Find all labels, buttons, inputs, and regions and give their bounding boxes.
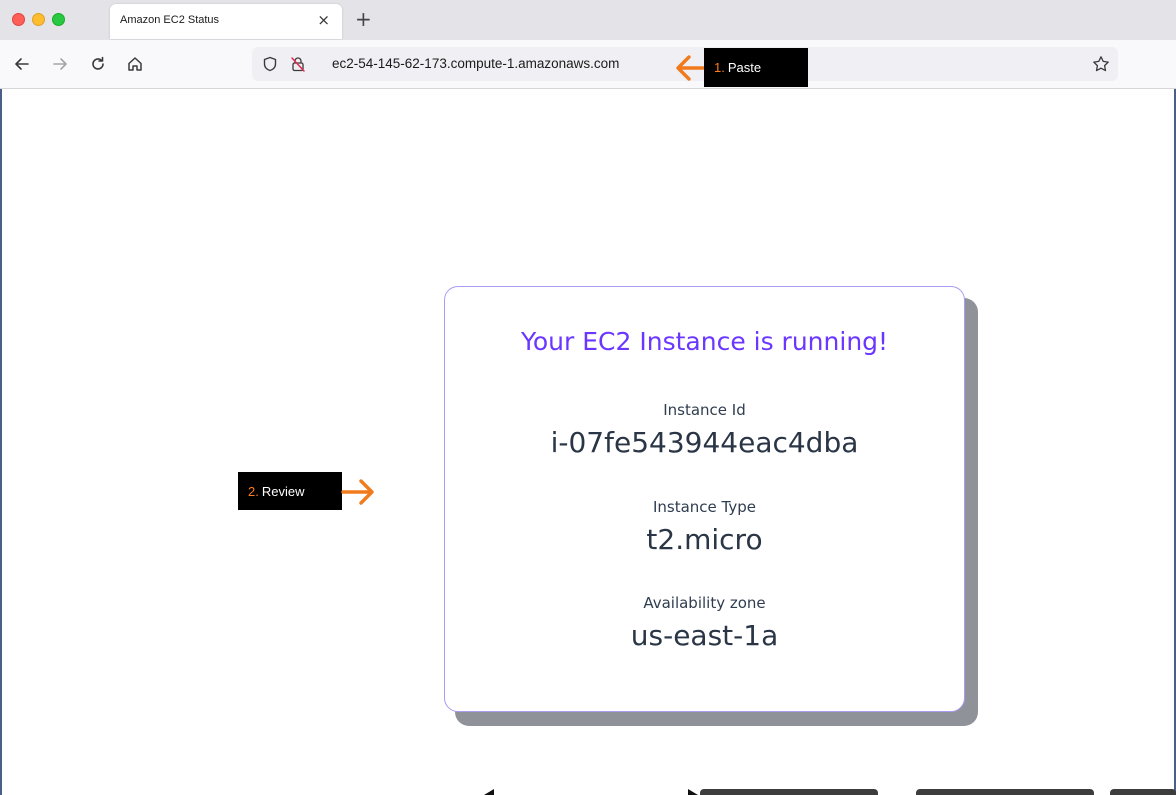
zoom-window-button[interactable] bbox=[52, 13, 65, 26]
instance-type-value: t2.micro bbox=[646, 523, 763, 556]
page-left-edge bbox=[0, 89, 2, 795]
review-arrow-icon bbox=[341, 479, 374, 505]
tab-bar: Amazon EC2 Status × + bbox=[0, 0, 1176, 40]
tab-title: Amazon EC2 Status bbox=[120, 14, 220, 26]
bottom-left-triangle-icon bbox=[484, 789, 494, 795]
browser-tab[interactable]: Amazon EC2 Status × bbox=[110, 4, 342, 39]
availability-zone-value: us-east-1a bbox=[630, 619, 779, 652]
instance-id-value: i-07fe543944eac4dba bbox=[550, 426, 859, 459]
bottom-button-1[interactable] bbox=[700, 789, 878, 795]
bottom-button-3[interactable] bbox=[1110, 789, 1176, 795]
instance-status-card: Your EC2 Instance is running! Instance I… bbox=[444, 286, 965, 712]
instance-type-label: Instance Type bbox=[652, 498, 757, 516]
card-title: Your EC2 Instance is running! bbox=[520, 327, 889, 356]
bookmark-star-icon[interactable] bbox=[1092, 55, 1110, 73]
paste-step-number: 1. bbox=[714, 60, 725, 75]
tab-close-icon[interactable]: × bbox=[317, 11, 330, 29]
review-step-number: 2. bbox=[248, 483, 259, 499]
bottom-right-triangle-icon bbox=[688, 789, 698, 795]
navigation-toolbar: ec2-54-145-62-173.compute-1.amazonaws.co… bbox=[0, 40, 1176, 89]
forward-arrow-icon[interactable] bbox=[50, 54, 70, 74]
minimize-window-button[interactable] bbox=[32, 13, 45, 26]
review-label: Review bbox=[261, 483, 305, 499]
back-arrow-icon[interactable] bbox=[12, 54, 32, 74]
reload-icon[interactable] bbox=[88, 54, 108, 74]
paste-callout: 1. Paste bbox=[704, 48, 808, 87]
home-icon[interactable] bbox=[125, 54, 145, 74]
availability-zone-label: Availability zone bbox=[643, 594, 766, 612]
close-window-button[interactable] bbox=[12, 13, 25, 26]
tracking-shield-icon[interactable] bbox=[262, 56, 278, 72]
paste-label: Paste bbox=[727, 60, 762, 75]
new-tab-button[interactable]: + bbox=[355, 7, 372, 31]
review-callout: 2. Review bbox=[238, 472, 342, 510]
bottom-button-2[interactable] bbox=[916, 789, 1094, 795]
url-text[interactable]: ec2-54-145-62-173.compute-1.amazonaws.co… bbox=[332, 56, 619, 71]
insecure-lock-icon[interactable] bbox=[290, 56, 306, 72]
paste-arrow-icon bbox=[676, 55, 705, 81]
instance-id-label: Instance Id bbox=[663, 401, 746, 419]
